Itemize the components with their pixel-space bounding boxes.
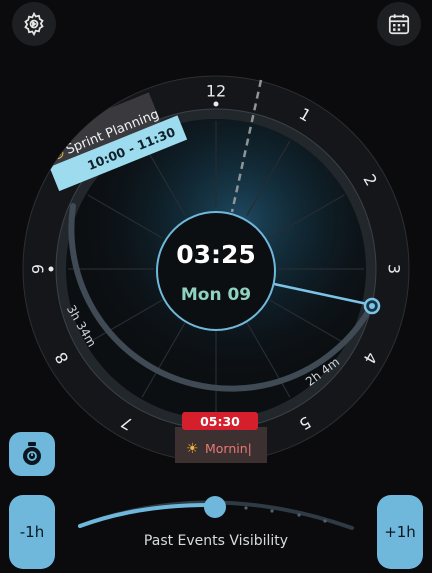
hour-label: 12 [206, 82, 226, 101]
slider-label: Past Events Visibility [143, 533, 289, 549]
slider-tick [323, 519, 327, 523]
slider-handle[interactable] [204, 496, 226, 518]
minus-hour-button[interactable]: -1h [9, 495, 55, 569]
event-morning[interactable]: 05:30 ☀ Mornin| [175, 412, 267, 463]
timer-button[interactable] [9, 432, 55, 476]
hour-label: 9 [29, 264, 48, 274]
current-time: 03:25 [176, 240, 256, 269]
slider-tick [297, 513, 301, 517]
current-day: Mon 09 [181, 285, 251, 305]
center-disc [156, 211, 276, 331]
timer-icon [23, 442, 41, 465]
event-start-time: 05:30 [200, 414, 240, 429]
slider-tick [244, 506, 248, 510]
sun-icon: ☀ [186, 441, 199, 457]
slider-fill [78, 502, 217, 528]
hour-dot [48, 266, 54, 272]
clock-dial[interactable]: 12123457891 3h 34m 2h 4m ☺ Sprint Planni… [0, 0, 432, 573]
hour-label: 3 [385, 264, 404, 274]
plus-hour-button[interactable]: +1h [377, 495, 423, 569]
hour-dot [213, 101, 219, 107]
event-title: Mornin| [205, 441, 252, 456]
slider-tick [270, 509, 274, 513]
hand-knob-center [369, 303, 375, 309]
